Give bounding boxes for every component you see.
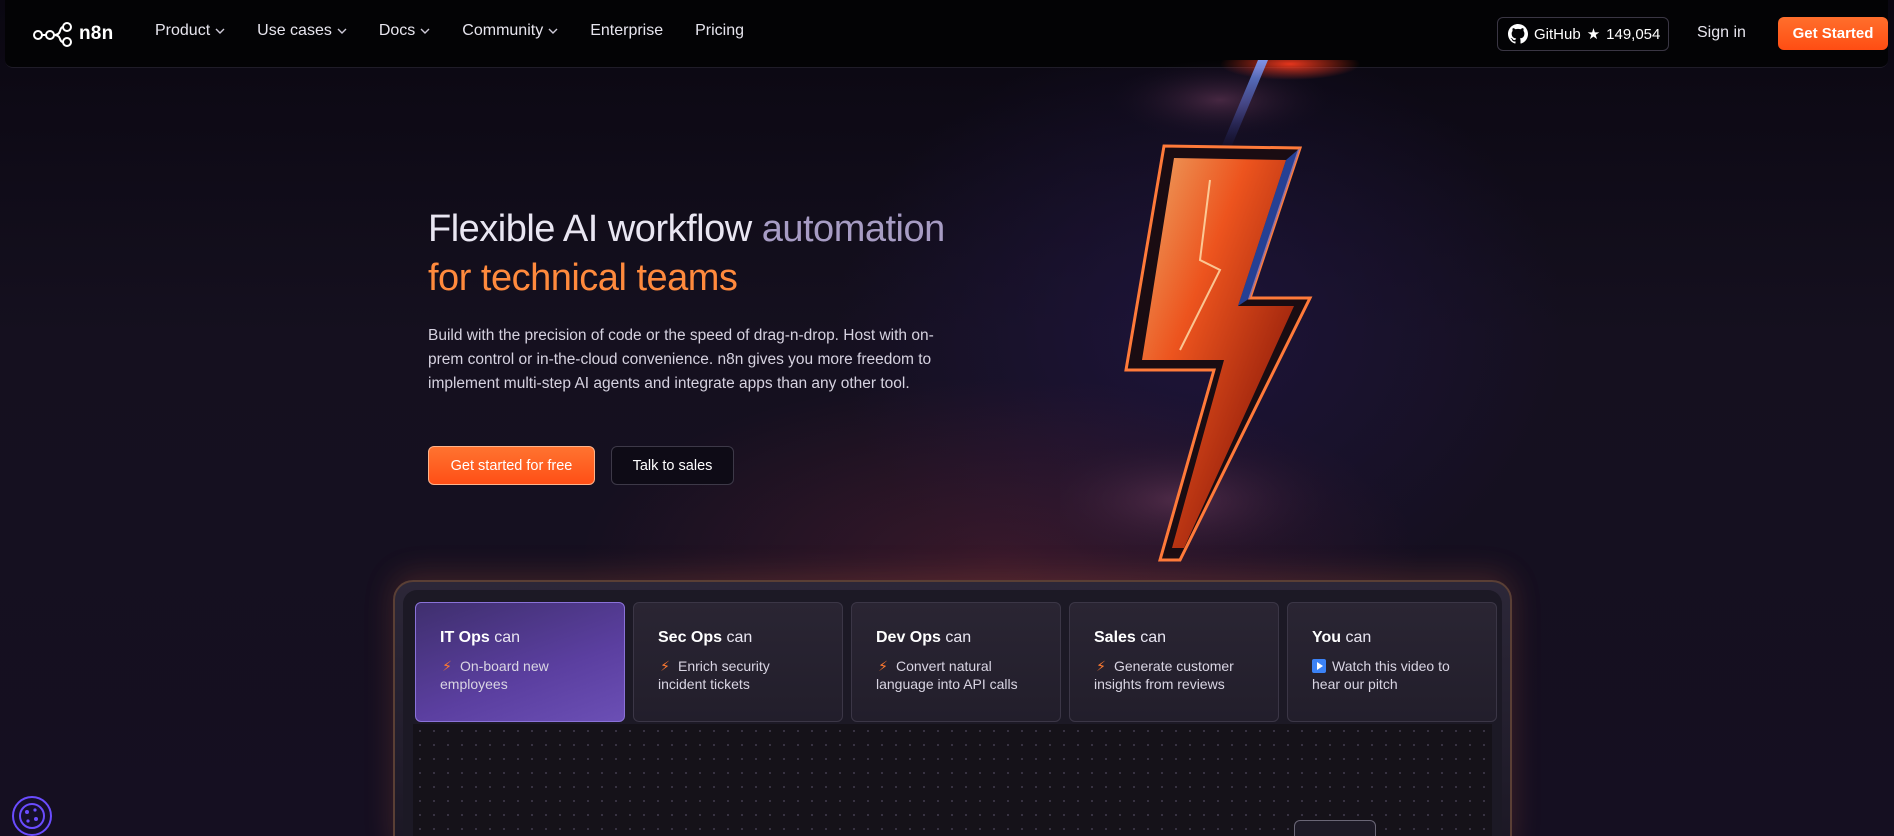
bolt-icon: ⚡ bbox=[442, 658, 452, 674]
brand-name: n8n bbox=[79, 23, 114, 44]
bolt-icon: ⚡ bbox=[878, 658, 888, 674]
nav-item-product[interactable]: Product bbox=[155, 22, 225, 40]
card-title: Sec Ops can bbox=[658, 629, 753, 646]
talk-to-sales-button[interactable]: Talk to sales bbox=[611, 446, 734, 485]
card-title: Sales can bbox=[1094, 629, 1167, 646]
get-started-button[interactable]: Get Started bbox=[1778, 17, 1888, 50]
nav-item-label: Enterprise bbox=[590, 22, 664, 39]
nav-item-use-cases[interactable]: Use cases bbox=[257, 22, 347, 40]
top-navbar: n8n Product Use cases Docs Community Ent… bbox=[5, 0, 1888, 68]
card-title: Dev Ops can bbox=[876, 629, 972, 646]
chevron-down-icon bbox=[337, 28, 347, 34]
hero-title: Flexible AI workflow automation for tech… bbox=[428, 205, 1068, 303]
hero-title-part1: Flexible AI workflow bbox=[428, 208, 762, 250]
card-text: Generate customer insights from reviews bbox=[1094, 658, 1234, 692]
nav-item-pricing[interactable]: Pricing bbox=[695, 22, 744, 40]
github-star-count: 149,054 bbox=[1606, 25, 1661, 43]
nav-item-label: Pricing bbox=[695, 22, 745, 39]
use-case-panel: IT Ops can ⚡ On-board new employees Sec O… bbox=[393, 580, 1512, 836]
card-text: Watch this video to hear our pitch bbox=[1312, 658, 1450, 692]
n8n-logo[interactable]: n8n bbox=[33, 20, 113, 48]
bolt-icon: ⚡ bbox=[660, 658, 670, 674]
nav-menu: Product Use cases Docs Community Enterpr… bbox=[155, 22, 776, 40]
play-icon bbox=[1312, 659, 1326, 673]
use-case-card-sec-ops[interactable]: Sec Ops can ⚡ Enrich security incident ti… bbox=[633, 602, 843, 722]
hero-description: Build with the precision of code or the … bbox=[428, 327, 934, 392]
card-text: Enrich security incident tickets bbox=[658, 658, 770, 692]
card-body: Watch this video to hear our pitch bbox=[1312, 657, 1472, 693]
github-stars-button[interactable]: GitHub ★ 149,054 bbox=[1497, 17, 1669, 51]
card-body: ⚡ Enrich security incident tickets bbox=[658, 657, 818, 693]
workflow-node-preview[interactable] bbox=[1294, 820, 1376, 836]
nav-item-label: Use cases bbox=[257, 22, 332, 39]
bolt-icon: ⚡ bbox=[1096, 658, 1106, 674]
use-case-tabs: IT Ops can ⚡ On-board new employees Sec O… bbox=[415, 602, 1497, 722]
sign-in-link[interactable]: Sign in bbox=[1697, 24, 1746, 42]
card-title: You can bbox=[1312, 629, 1372, 646]
chevron-down-icon bbox=[215, 28, 225, 34]
use-case-card-dev-ops[interactable]: Dev Ops can ⚡ Convert natural language in… bbox=[851, 602, 1061, 722]
card-title: IT Ops can bbox=[440, 629, 521, 646]
card-text: On-board new employees bbox=[440, 658, 549, 692]
use-case-card-you[interactable]: You can Watch this video to hear our pit… bbox=[1287, 602, 1497, 722]
card-body: ⚡ Generate customer insights from reviews bbox=[1094, 657, 1254, 693]
github-label: GitHub bbox=[1534, 25, 1581, 43]
github-icon bbox=[1508, 24, 1528, 44]
use-case-panel-inner: IT Ops can ⚡ On-board new employees Sec O… bbox=[403, 590, 1502, 836]
n8n-logo-icon bbox=[33, 22, 72, 47]
chevron-down-icon bbox=[548, 28, 558, 34]
hero-title-part2: automation bbox=[761, 208, 946, 250]
use-case-card-sales[interactable]: Sales can ⚡ Generate customer insights fr… bbox=[1069, 602, 1279, 722]
hero-title-line2: for technical teams bbox=[428, 257, 738, 299]
card-text: Convert natural language into API calls bbox=[876, 658, 1018, 692]
cookie-settings-button[interactable] bbox=[12, 796, 52, 836]
page: n8n Product Use cases Docs Community Ent… bbox=[0, 0, 1894, 836]
nav-item-enterprise[interactable]: Enterprise bbox=[590, 22, 663, 40]
card-body: ⚡ On-board new employees bbox=[440, 657, 600, 693]
nav-item-label: Community bbox=[462, 22, 544, 39]
nav-item-docs[interactable]: Docs bbox=[379, 22, 430, 40]
chevron-down-icon bbox=[420, 28, 430, 34]
get-started-free-button[interactable]: Get started for free bbox=[428, 446, 595, 485]
nav-item-label: Docs bbox=[378, 22, 416, 39]
nav-item-label: Product bbox=[155, 22, 211, 39]
card-body: ⚡ Convert natural language into API calls bbox=[876, 657, 1036, 693]
lightning-bolt-illustration bbox=[1060, 60, 1360, 570]
star-icon: ★ bbox=[1586, 26, 1601, 43]
cookie-icon bbox=[19, 803, 45, 829]
use-case-card-it-ops[interactable]: IT Ops can ⚡ On-board new employees bbox=[415, 602, 625, 722]
nav-item-community[interactable]: Community bbox=[462, 22, 558, 40]
